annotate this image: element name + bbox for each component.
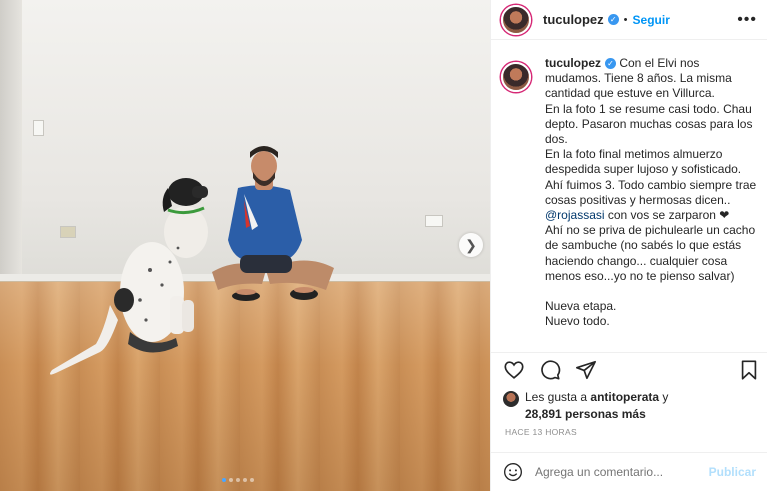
- mention-tail: con vos se zarparon ❤: [604, 208, 730, 223]
- caption-text: Con el Elvi nos mudamos. Tiene 8 años. L…: [545, 56, 757, 207]
- username-link[interactable]: tuculopez: [543, 12, 604, 27]
- comment-icon[interactable]: [539, 359, 561, 381]
- carousel-next-button[interactable]: ❯: [459, 233, 483, 257]
- publish-button[interactable]: Publicar: [709, 465, 756, 479]
- post-header: tuculopez ✓ • Seguir •••: [491, 0, 767, 40]
- caption-more: Ahí no se priva de pichulearle un cacho …: [545, 223, 756, 283]
- caption-username[interactable]: tuculopez: [545, 56, 601, 70]
- photo-figures: [50, 146, 334, 375]
- emoji-icon[interactable]: [503, 462, 523, 482]
- comment-bar: Publicar: [491, 452, 767, 491]
- comment-input[interactable]: [535, 465, 709, 479]
- chevron-right-icon: ❯: [465, 236, 477, 253]
- avatar[interactable]: [501, 4, 531, 35]
- caption: tuculopez ✓ Con el Elvi nos mudamos. Tien…: [545, 56, 758, 346]
- carousel-dot: [229, 478, 233, 482]
- carousel-dot: [250, 478, 254, 482]
- caption-area[interactable]: tuculopez ✓ Con el Elvi nos mudamos. Tien…: [491, 56, 767, 346]
- mention-link[interactable]: @rojassasi: [545, 208, 605, 222]
- carousel-dots: [222, 478, 254, 482]
- heart-icon[interactable]: [503, 359, 525, 381]
- bookmark-icon[interactable]: [738, 359, 760, 381]
- caption-end-2: Nuevo todo.: [545, 314, 610, 329]
- carousel-dot: [236, 478, 240, 482]
- verified-badge-icon: ✓: [607, 14, 619, 25]
- verified-badge-icon: ✓: [605, 58, 616, 69]
- more-options-icon[interactable]: •••: [737, 11, 757, 29]
- post-photo[interactable]: ❯: [0, 0, 490, 491]
- post-sidebar: tuculopez ✓ • Seguir ••• tuculopez ✓ Con …: [490, 0, 767, 491]
- separator-dot: •: [623, 13, 628, 26]
- liker-avatar[interactable]: [503, 391, 519, 407]
- likes-count[interactable]: 28,891 personas más: [525, 407, 763, 422]
- man-figure: [212, 146, 334, 301]
- likes-summary: Les gusta a antitoperata y 28,891 person…: [503, 390, 763, 422]
- likes-prefix: Les gusta a: [525, 390, 591, 404]
- share-icon[interactable]: [575, 359, 597, 381]
- follow-button[interactable]: Seguir: [633, 13, 670, 27]
- post-actions: [491, 352, 767, 382]
- likes-suffix: y: [659, 390, 669, 404]
- liker-username[interactable]: antitoperata: [590, 390, 659, 404]
- dog-figure: [50, 178, 208, 375]
- caption-end-1: Nueva etapa.: [545, 299, 617, 314]
- caption-avatar[interactable]: [501, 62, 531, 92]
- post-timestamp: HACE 13 HORAS: [505, 427, 577, 437]
- carousel-dot: [222, 478, 226, 482]
- carousel-dot: [243, 478, 247, 482]
